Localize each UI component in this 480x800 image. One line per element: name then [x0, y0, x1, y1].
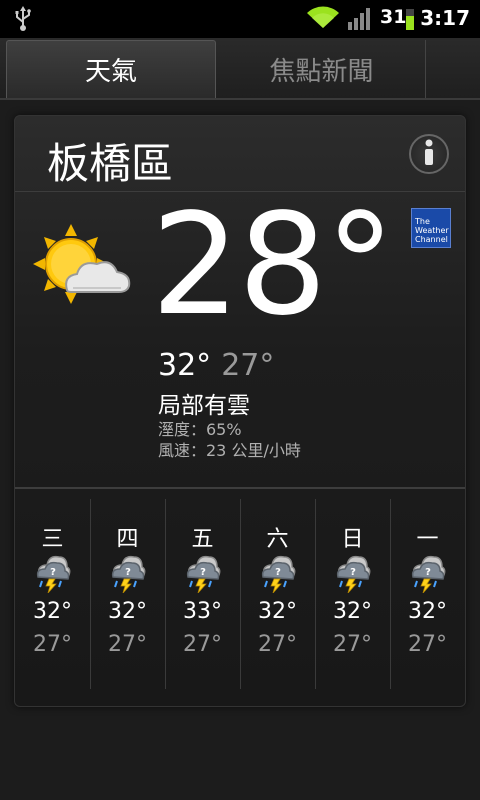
- day-high: 32°: [408, 599, 447, 624]
- battery-icon: [406, 8, 416, 34]
- current-temperature: 28°: [151, 184, 395, 347]
- tab-top-news[interactable]: 焦點新聞: [218, 40, 426, 98]
- forecast-day[interactable]: 三 32° 27°: [15, 499, 90, 689]
- day-high: 32°: [33, 599, 72, 624]
- divider: [15, 487, 465, 489]
- day-low: 27°: [183, 632, 222, 657]
- forecast-day[interactable]: 六 32° 27°: [240, 499, 315, 689]
- day-high: 32°: [258, 599, 297, 624]
- tab-label: 天氣: [84, 57, 137, 87]
- forecast-row: 三 32° 27° 四 32° 27° 五 33° 27° 六 32° 27° …: [15, 499, 465, 689]
- usb-icon: [14, 6, 32, 36]
- thunderstorm-icon: [35, 553, 71, 597]
- day-low: 27°: [333, 632, 372, 657]
- day-name: 五: [191, 527, 214, 552]
- day-name: 六: [266, 527, 289, 552]
- day-high: 33°: [183, 599, 222, 624]
- thunderstorm-icon: [110, 553, 146, 597]
- info-button[interactable]: [409, 134, 449, 174]
- weather-channel-logo[interactable]: The Weather Channel: [411, 208, 451, 248]
- weather-card: 板橋區 28° The Weather Channel 32° 27° 局部有雲…: [14, 115, 466, 707]
- city-name: 板橋區: [47, 139, 174, 188]
- today-low: 27°: [221, 348, 275, 383]
- day-name: 三: [41, 527, 64, 552]
- partly-sunny-icon: [33, 220, 133, 316]
- day-name: 一: [416, 527, 439, 552]
- info-icon: [423, 139, 435, 169]
- thunderstorm-icon: [260, 553, 296, 597]
- day-low: 27°: [108, 632, 147, 657]
- day-name: 四: [116, 527, 139, 552]
- forecast-day[interactable]: 一 32° 27°: [390, 499, 465, 689]
- wind-text: 風速：23 公里/小時: [158, 441, 301, 460]
- day-name: 日: [341, 527, 364, 552]
- thunderstorm-icon: [335, 553, 371, 597]
- thunderstorm-icon: [410, 553, 446, 597]
- tab-weather[interactable]: 天氣: [6, 40, 216, 98]
- clock: 3:17: [420, 6, 470, 30]
- forecast-day[interactable]: 五 33° 27°: [165, 499, 240, 689]
- tab-label: 焦點新聞: [269, 56, 374, 87]
- status-bar: 31 3:17: [0, 0, 480, 38]
- forecast-day[interactable]: 日 32° 27°: [315, 499, 390, 689]
- day-high: 32°: [108, 599, 147, 624]
- condition-text: 局部有雲: [158, 393, 250, 419]
- wifi-icon: [306, 6, 340, 34]
- battery-level: 31: [380, 6, 407, 28]
- today-high: 32°: [158, 348, 212, 383]
- day-high: 32°: [333, 599, 372, 624]
- day-low: 27°: [258, 632, 297, 657]
- day-low: 27°: [408, 632, 447, 657]
- today-high-low: 32° 27°: [158, 348, 274, 383]
- forecast-day[interactable]: 四 32° 27°: [90, 499, 165, 689]
- day-low: 27°: [33, 632, 72, 657]
- tab-bar: 天氣 焦點新聞: [0, 38, 480, 100]
- signal-strength-icon: [348, 8, 374, 34]
- thunderstorm-icon: [185, 553, 221, 597]
